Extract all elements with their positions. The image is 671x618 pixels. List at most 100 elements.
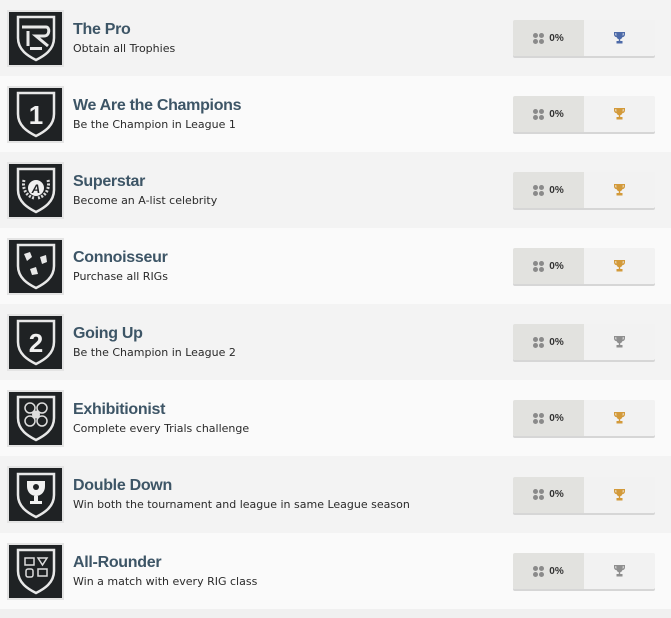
rig-classes-shield-icon — [16, 548, 55, 595]
trophy-badge[interactable]: 0% — [513, 172, 655, 208]
trophy-text: All-Rounder Win a match with every RIG c… — [73, 553, 491, 590]
trophy-title: Exhibitionist — [73, 400, 166, 418]
trophy-row-going-up[interactable]: 2 Going Up Be the Champion in League 2 0… — [0, 304, 671, 380]
progress-percent: 0% — [549, 108, 564, 120]
progress-percent: 0% — [549, 565, 564, 577]
number-2-shield-icon: 2 — [16, 319, 55, 366]
trophy-description: Be the Champion in League 1 — [73, 117, 236, 131]
trophy-row-connoisseur[interactable]: Connoisseur Purchase all RIGs 0% — [0, 228, 671, 304]
laurel-a-shield-icon: A — [16, 167, 55, 214]
trophy-cup-gold-icon — [614, 108, 625, 120]
grid-icon — [533, 412, 545, 424]
trophy-icon-frame — [7, 237, 64, 295]
progress-percent: 0% — [549, 184, 564, 196]
trophy-cup-gold-icon — [614, 488, 625, 500]
trophy-icon-frame: A — [7, 161, 64, 219]
trophy-description: Become an A-list celebrity — [73, 193, 218, 207]
trophy-badge[interactable]: 0% — [513, 20, 655, 56]
trophy-row-double-down[interactable]: Double Down Win both the tournament and … — [0, 456, 671, 533]
trophy-cup-gold-icon — [614, 184, 625, 196]
trophy-row-all-rounder[interactable]: All-Rounder Win a match with every RIG c… — [0, 533, 671, 609]
trophy-type-cell — [584, 172, 655, 208]
trophy-cup-platinum-icon — [614, 32, 625, 44]
trophy-icon-frame — [7, 542, 64, 600]
r-logo-shield-icon — [16, 15, 55, 62]
progress-cell: 0% — [513, 324, 584, 360]
trophy-icon-frame: 2 — [7, 313, 64, 371]
number-1-shield-icon: 1 — [16, 91, 55, 138]
trophy-row-we-are-the-champions[interactable]: 1 We Are the Champions Be the Champion i… — [0, 76, 671, 152]
trophy-row-superstar[interactable]: A Superstar Become an A-list celebrity 0… — [0, 152, 671, 228]
cup-shield-icon — [16, 472, 55, 518]
trophy-cup-gold-icon — [614, 260, 625, 272]
progress-cell: 0% — [513, 96, 584, 132]
progress-cell: 0% — [513, 553, 584, 589]
trophy-title: We Are the Champions — [73, 96, 242, 114]
trophy-text: Superstar Become an A-list celebrity — [73, 172, 491, 209]
progress-percent: 0% — [549, 32, 564, 44]
trophy-description: Obtain all Trophies — [73, 41, 176, 55]
trophy-badge[interactable]: 0% — [513, 96, 655, 132]
trophy-badge[interactable]: 0% — [513, 400, 655, 436]
trophy-type-cell — [584, 476, 655, 513]
progress-cell: 0% — [513, 400, 584, 436]
trophy-text: We Are the Champions Be the Champion in … — [73, 96, 491, 133]
trophy-icon-frame — [7, 9, 64, 67]
trophy-row-exhibitionist[interactable]: Exhibitionist Complete every Trials chal… — [0, 380, 671, 456]
progress-cell: 0% — [513, 172, 584, 208]
progress-percent: 0% — [549, 412, 564, 424]
trophy-title: Going Up — [73, 324, 143, 342]
trophy-type-cell — [584, 248, 655, 284]
progress-cell: 0% — [513, 248, 584, 284]
progress-percent: 0% — [549, 260, 564, 272]
trophy-description: Complete every Trials challenge — [73, 421, 250, 435]
grid-icon — [533, 184, 545, 196]
svg-text:2: 2 — [28, 328, 42, 358]
trophy-title: Double Down — [73, 477, 172, 494]
trophy-list: The Pro Obtain all Trophies 0% 1 We Are … — [0, 0, 671, 609]
trophy-title: The Pro — [73, 20, 131, 38]
grid-icon — [533, 565, 545, 577]
svg-text:1: 1 — [28, 100, 42, 130]
trophy-text: Exhibitionist Complete every Trials chal… — [73, 400, 491, 437]
trophy-description: Win both the tournament and league in sa… — [73, 498, 410, 511]
trophy-text: Connoisseur Purchase all RIGs — [73, 248, 491, 285]
grid-icon — [533, 108, 545, 120]
trophy-badge[interactable]: 0% — [513, 476, 655, 513]
trophy-cup-gold-icon — [614, 412, 625, 424]
trophy-badge[interactable]: 0% — [513, 324, 655, 360]
trophy-description: Be the Champion in League 2 — [73, 345, 236, 359]
rigs-shield-icon — [16, 243, 55, 290]
trophy-type-cell — [584, 400, 655, 436]
trophy-text: The Pro Obtain all Trophies — [73, 20, 491, 57]
progress-cell: 0% — [513, 20, 584, 56]
trophy-row-the-pro[interactable]: The Pro Obtain all Trophies 0% — [0, 0, 671, 76]
trophy-description: Win a match with every RIG class — [73, 574, 258, 588]
trophy-cup-silver-icon — [614, 336, 625, 348]
grid-icon — [533, 489, 545, 500]
grid-icon — [533, 260, 545, 272]
grid-icon — [533, 336, 545, 348]
trophy-type-cell — [584, 20, 655, 56]
trophy-icon-frame — [7, 389, 64, 447]
progress-cell: 0% — [513, 476, 584, 513]
trophy-title: Connoisseur — [73, 248, 168, 266]
trophy-type-cell — [584, 96, 655, 132]
svg-text:A: A — [30, 182, 40, 196]
trophy-badge[interactable]: 0% — [513, 553, 655, 589]
trophy-text: Going Up Be the Champion in League 2 — [73, 324, 491, 361]
trophy-title: Superstar — [73, 172, 145, 190]
progress-percent: 0% — [549, 489, 564, 500]
trophy-icon-frame: 1 — [7, 85, 64, 143]
trophy-title: All-Rounder — [73, 553, 162, 571]
trophy-icon-frame — [7, 466, 64, 523]
trophy-type-cell — [584, 553, 655, 589]
grid-icon — [533, 32, 545, 44]
trials-shield-icon — [16, 395, 55, 442]
trophy-description: Purchase all RIGs — [73, 269, 168, 283]
progress-percent: 0% — [549, 336, 564, 348]
trophy-type-cell — [584, 324, 655, 360]
trophy-badge[interactable]: 0% — [513, 248, 655, 284]
trophy-text: Double Down Win both the tournament and … — [73, 476, 491, 513]
trophy-cup-silver-icon — [614, 565, 625, 577]
